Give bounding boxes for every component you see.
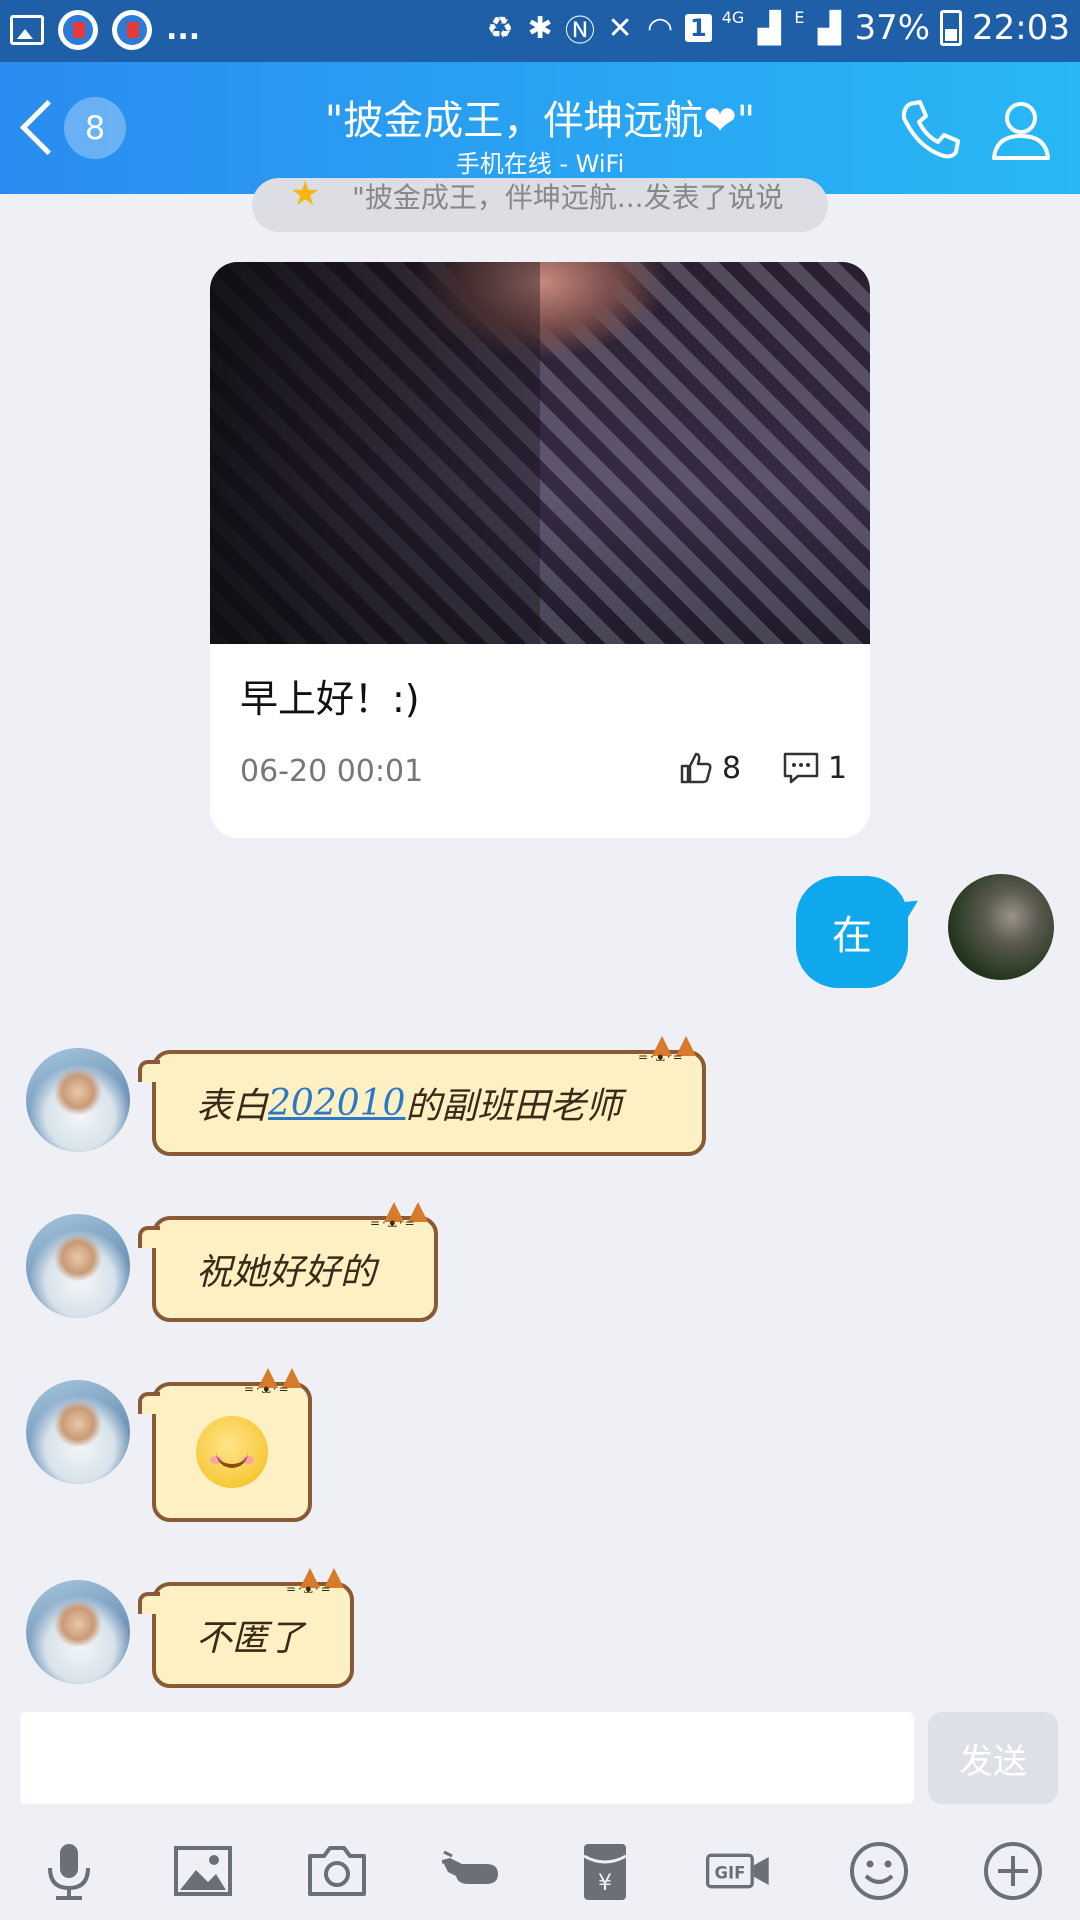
message-text-suffix: 的副班田老师	[405, 1086, 622, 1127]
cat-ears-decoration: =·ᴥ·=	[286, 1564, 346, 1596]
send-button[interactable]: 发送	[928, 1712, 1058, 1804]
red-packet-icon[interactable]: ¥	[572, 1838, 638, 1904]
like-button[interactable]: 8	[678, 750, 741, 786]
avatar-contact[interactable]	[26, 1048, 130, 1152]
gallery-notification-icon	[10, 15, 44, 45]
wifi-icon: ◠	[646, 10, 674, 46]
status-bar: ... ♻ ✱ Ⓝ ✕ ◠ 1 4G ▟ E ▟ 37% 22:03	[0, 0, 1080, 62]
camera-icon[interactable]	[304, 1838, 370, 1904]
avatar-contact[interactable]	[26, 1214, 130, 1318]
message-bubble-incoming[interactable]: =·ᴥ·= 祝她好好的	[138, 1202, 438, 1322]
message-bubble-incoming[interactable]: =·ᴥ·= 表白 202010 的副班田老师	[138, 1036, 706, 1156]
poke-icon[interactable]	[438, 1838, 504, 1904]
svg-text:¥: ¥	[598, 1871, 612, 1896]
sim-badge: 1	[685, 14, 712, 42]
message-text: 祝她好好的	[196, 1252, 377, 1293]
video-app-notification-icon	[58, 10, 98, 50]
star-icon: ★	[290, 178, 321, 214]
unread-badge[interactable]: 8	[64, 97, 126, 159]
avatar-contact[interactable]	[26, 1580, 130, 1684]
comment-icon	[783, 752, 819, 784]
message-bubble-incoming[interactable]: =·ᴥ·=	[138, 1368, 312, 1522]
signal-icon-2: ▟	[817, 10, 841, 46]
nfc-icon: Ⓝ	[565, 14, 596, 49]
post-photo[interactable]	[210, 262, 870, 644]
mute-icon: ✕	[607, 10, 633, 46]
gif-icon[interactable]: GIF	[706, 1838, 786, 1904]
online-status: 手机在线 - WiFi	[455, 150, 625, 178]
recycle-icon: ♻	[486, 10, 514, 46]
svg-text:GIF: GIF	[714, 1863, 745, 1882]
post-time: 06-20 00:01	[240, 754, 424, 789]
chat-title: "披金成王，伴坤远航❤"	[324, 98, 756, 144]
emoji-icon[interactable]	[846, 1838, 912, 1904]
battery-percent: 37%	[854, 8, 931, 48]
network-e: E	[794, 8, 805, 27]
video-app-notification-icon-2	[112, 10, 152, 50]
signal-icon: ▟	[757, 10, 781, 46]
comment-button[interactable]: 1	[782, 750, 847, 786]
more-notifications: ...	[166, 12, 201, 47]
avatar-contact[interactable]	[26, 1380, 130, 1484]
chat-header: 8 "披金成王，伴坤远航❤" 手机在线 - WiFi	[0, 62, 1080, 194]
mic-icon[interactable]	[36, 1838, 102, 1904]
plus-icon[interactable]	[980, 1838, 1046, 1904]
message-link[interactable]: 202010	[268, 1083, 405, 1124]
comment-count: 1	[828, 750, 848, 786]
message-text: 不匿了	[196, 1618, 305, 1659]
feed-notice[interactable]: ★ "披金成王，伴坤远航...发表了说说	[252, 178, 828, 232]
input-toolbar: ¥ GIF	[0, 1826, 1080, 1912]
phone-icon[interactable]	[896, 96, 962, 162]
bluetooth-icon: ✱	[527, 10, 553, 46]
back-button[interactable]	[18, 100, 54, 156]
network-4g: 4G	[721, 8, 745, 27]
thumbs-up-icon	[680, 752, 712, 784]
message-input[interactable]	[20, 1712, 914, 1804]
shared-post-card[interactable]: 早上好！:) 06-20 00:01 8 1	[210, 262, 870, 838]
message-text: 表白	[196, 1086, 269, 1127]
message-bubble-incoming[interactable]: =·ᴥ·= 不匿了	[138, 1568, 354, 1688]
avatar-self[interactable]	[948, 874, 1054, 980]
cat-ears-decoration: =·ᴥ·=	[370, 1198, 430, 1230]
post-caption: 早上好！:)	[240, 677, 420, 721]
like-count: 8	[722, 750, 742, 786]
image-icon[interactable]	[170, 1838, 236, 1904]
battery-icon	[940, 10, 963, 46]
cat-ears-decoration: =·ᴥ·=	[244, 1364, 304, 1396]
feed-notice-text: "披金成王，伴坤远航...发表了说说	[352, 181, 784, 214]
clock: 22:03	[972, 8, 1070, 48]
smile-emoji-icon	[196, 1416, 268, 1488]
message-bubble-own[interactable]: 在	[796, 876, 908, 988]
profile-icon[interactable]	[988, 96, 1054, 162]
cat-ears-decoration: =·ᴥ·=	[638, 1032, 698, 1064]
